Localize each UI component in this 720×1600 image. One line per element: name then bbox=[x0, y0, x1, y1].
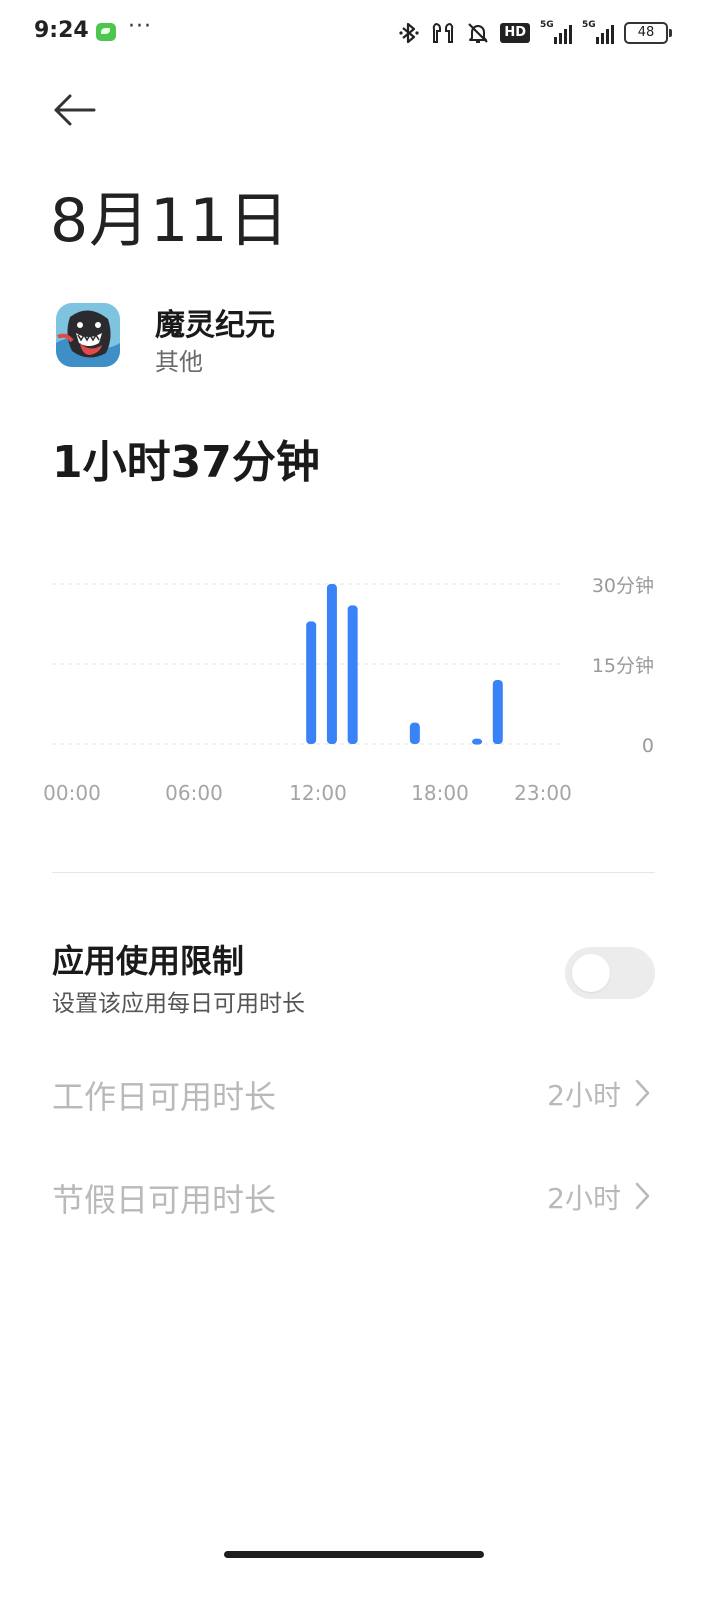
app-name: 魔灵纪元 bbox=[155, 308, 275, 343]
status-icons: HD 5G 5G 48 bbox=[398, 20, 672, 46]
arrow-left-icon bbox=[54, 94, 96, 126]
chevron-right-icon bbox=[635, 1182, 650, 1210]
page-title: 8月11日 bbox=[50, 186, 290, 256]
usage-bar bbox=[492, 680, 503, 744]
x-tick-label: 12:00 bbox=[289, 781, 347, 805]
bell-muted-icon bbox=[466, 21, 490, 45]
setting-label: 工作日可用时长 bbox=[52, 1078, 277, 1116]
hd-voice-icon: HD bbox=[500, 21, 530, 45]
app-icon bbox=[56, 303, 120, 367]
chevron-right-icon bbox=[635, 1079, 650, 1107]
setting-row-holiday[interactable]: 节假日可用时长 2小时 bbox=[52, 1165, 655, 1225]
status-time: 9:24 bbox=[34, 18, 89, 43]
notification-app-icon bbox=[96, 23, 116, 41]
total-usage-time: 1小时37分钟 bbox=[52, 437, 320, 488]
earbuds-icon bbox=[430, 21, 456, 45]
limit-toggle[interactable] bbox=[565, 947, 655, 999]
more-notifications-icon: ··· bbox=[128, 14, 152, 39]
status-bar: 9:24 ··· HD 5G 5G 48 bbox=[0, 0, 720, 64]
y-tick-label: 0 bbox=[642, 735, 654, 757]
usage-bar bbox=[326, 584, 337, 744]
home-indicator[interactable] bbox=[224, 1551, 484, 1558]
setting-row-workday[interactable]: 工作日可用时长 2小时 bbox=[52, 1062, 655, 1122]
toggle-knob bbox=[572, 954, 610, 992]
divider bbox=[52, 872, 655, 873]
setting-value: 2小时 bbox=[547, 1182, 621, 1215]
signal-sim1-icon: 5G bbox=[540, 20, 572, 44]
x-tick-label: 18:00 bbox=[411, 781, 469, 805]
back-button[interactable] bbox=[52, 88, 98, 132]
battery-icon: 48 bbox=[624, 22, 672, 44]
usage-bar bbox=[472, 738, 483, 745]
y-tick-label: 30分钟 bbox=[592, 575, 654, 597]
bluetooth-icon bbox=[398, 21, 420, 45]
x-tick-label: 06:00 bbox=[165, 781, 223, 805]
usage-bar bbox=[306, 621, 317, 744]
setting-label: 节假日可用时长 bbox=[52, 1181, 277, 1219]
x-tick-label: 23:00 bbox=[514, 781, 572, 805]
usage-bar bbox=[409, 722, 420, 744]
app-category: 其他 bbox=[155, 348, 203, 376]
limit-title: 应用使用限制 bbox=[52, 942, 245, 980]
limit-description: 设置该应用每日可用时长 bbox=[52, 991, 305, 1017]
usage-bar-chart: 30分钟 15分钟 0 00:00 06:00 12:00 18:00 23:00 bbox=[43, 575, 654, 805]
x-tick-label: 00:00 bbox=[43, 781, 101, 805]
y-tick-label: 15分钟 bbox=[592, 655, 654, 677]
usage-bar bbox=[347, 605, 358, 744]
signal-sim2-icon: 5G bbox=[582, 20, 614, 44]
setting-value: 2小时 bbox=[547, 1079, 621, 1112]
